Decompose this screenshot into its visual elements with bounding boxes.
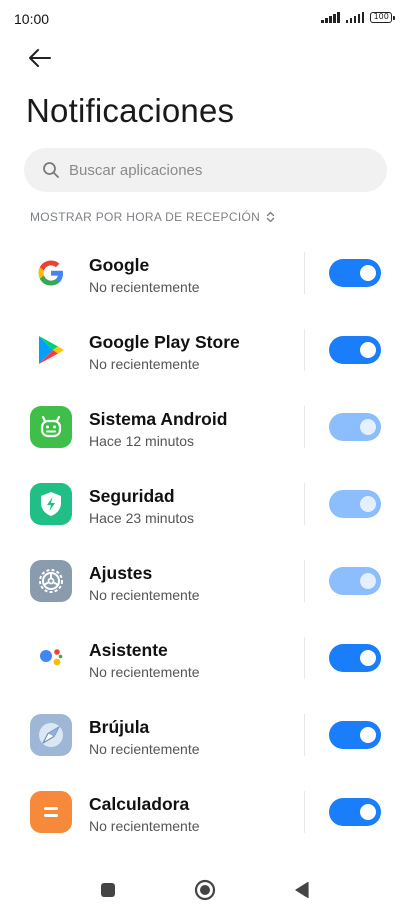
divider: [304, 637, 305, 679]
signal-icon: [321, 12, 340, 23]
calculator-icon: [30, 791, 72, 833]
app-row-brujula[interactable]: Brújula No recientemente: [0, 695, 411, 772]
nav-back-button[interactable]: [290, 878, 314, 902]
divider: [304, 329, 305, 371]
app-last-notification: No recientemente: [89, 356, 200, 372]
signal-icon: [345, 12, 365, 23]
notification-toggle[interactable]: [329, 798, 381, 826]
assistant-icon: [30, 637, 72, 679]
app-row-calculadora[interactable]: Calculadora No recientemente: [0, 772, 411, 849]
app-name: Google Play Store: [89, 332, 240, 352]
notification-toggle[interactable]: [329, 567, 381, 595]
notification-toggle[interactable]: [329, 336, 381, 364]
app-row-asistente[interactable]: Asistente No recientemente: [0, 618, 411, 695]
compass-icon: [30, 714, 72, 756]
app-last-notification: No recientemente: [89, 741, 200, 757]
app-name: Calculadora: [89, 794, 190, 814]
divider: [304, 252, 305, 294]
app-name: Google: [89, 255, 150, 275]
app-name: Ajustes: [89, 563, 153, 583]
settings-gear-icon: [30, 560, 72, 602]
sort-selector[interactable]: MOSTRAR POR HORA DE RECEPCIÓN: [30, 210, 275, 224]
arrow-left-icon: [29, 49, 51, 67]
status-icons: 100: [321, 12, 395, 23]
app-row-ajustes[interactable]: Ajustes No recientemente: [0, 541, 411, 618]
app-last-notification: No recientemente: [89, 587, 200, 603]
status-time: 10:00: [14, 11, 50, 27]
app-last-notification: Hace 12 minutos: [89, 433, 195, 449]
home-button[interactable]: [193, 878, 217, 902]
app-name: Seguridad: [89, 486, 175, 506]
divider: [304, 406, 305, 448]
home-circle-icon: [194, 879, 216, 901]
sort-label: MOSTRAR POR HORA DE RECEPCIÓN: [30, 210, 261, 224]
notification-toggle[interactable]: [329, 490, 381, 518]
app-name: Asistente: [89, 640, 168, 660]
status-bar: 10:00 100: [0, 0, 411, 36]
divider: [304, 560, 305, 602]
app-last-notification: No recientemente: [89, 279, 200, 295]
recents-button[interactable]: [96, 878, 120, 902]
google-play-store-icon: [30, 329, 72, 371]
app-name: Sistema Android: [89, 409, 228, 429]
chevron-up-down-icon: [266, 211, 275, 223]
divider: [304, 791, 305, 833]
battery-level: 100: [370, 12, 393, 23]
search-icon: [43, 162, 59, 178]
divider: [304, 483, 305, 525]
recents-square-icon: [101, 883, 115, 897]
notification-toggle[interactable]: [329, 644, 381, 672]
google-icon: [30, 252, 72, 294]
notification-toggle[interactable]: [329, 721, 381, 749]
security-shield-icon: [30, 483, 72, 525]
battery-icon: 100: [370, 12, 395, 23]
back-button[interactable]: [24, 42, 56, 74]
app-row-seguridad[interactable]: Seguridad Hace 23 minutos: [0, 464, 411, 541]
divider: [304, 714, 305, 756]
search-input[interactable]: [69, 161, 349, 179]
search-bar[interactable]: [24, 148, 387, 192]
app-row-google[interactable]: Google No recientemente: [0, 233, 411, 310]
app-last-notification: No recientemente: [89, 818, 200, 834]
app-last-notification: Hace 23 minutos: [89, 510, 195, 526]
notification-toggle[interactable]: [329, 259, 381, 287]
app-row-google-play-store[interactable]: Google Play Store No recientemente: [0, 310, 411, 387]
notification-toggle[interactable]: [329, 413, 381, 441]
app-name: Brújula: [89, 717, 150, 737]
app-row-sistema-android[interactable]: Sistema Android Hace 12 minutos: [0, 387, 411, 464]
system-nav-bar: [0, 862, 411, 914]
app-list: Google No recientemente Google Play Stor…: [0, 233, 411, 849]
app-last-notification: No recientemente: [89, 664, 200, 680]
back-triangle-icon: [295, 881, 309, 899]
android-system-icon: [30, 406, 72, 448]
page-title: Notificaciones: [26, 92, 235, 129]
